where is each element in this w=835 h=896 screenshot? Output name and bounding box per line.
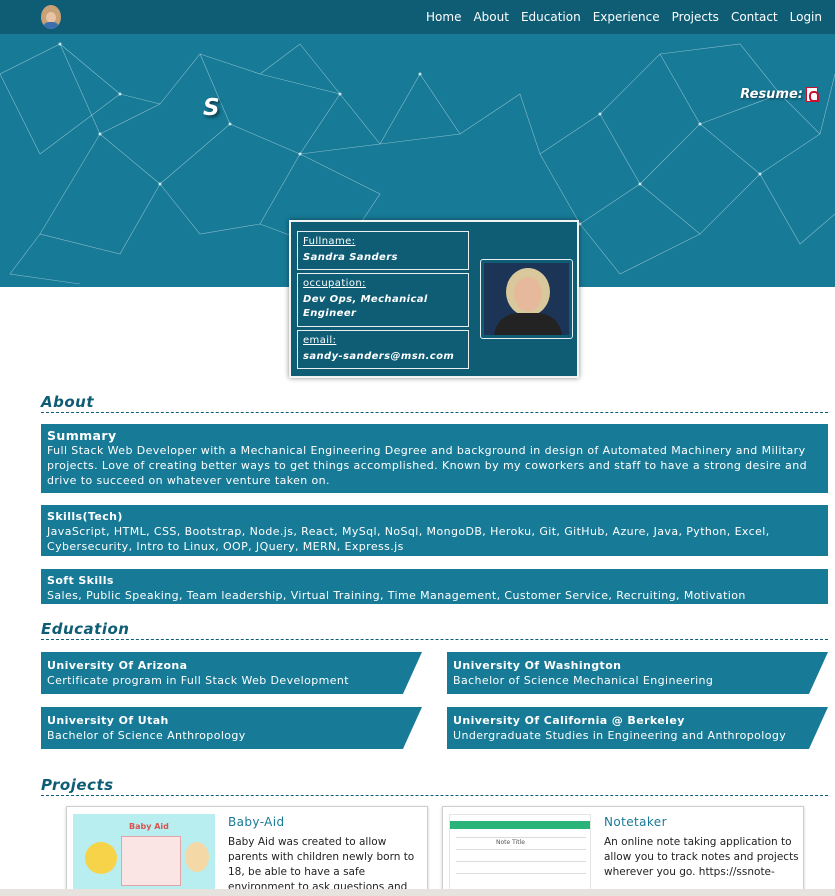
nav-link-experience[interactable]: Experience [593,10,660,24]
soft-skills-text: Sales, Public Speaking, Team leadership,… [47,589,746,602]
education-program: Certificate program in Full Stack Web De… [47,674,349,687]
nav-link-contact[interactable]: Contact [731,10,778,24]
profile-card: Fullname: Sandra Sanders occupation: Dev… [289,220,579,378]
occupation-value: Dev Ops, Mechanical Engineer [303,294,428,319]
education-heading: Education [41,620,828,640]
thumbnail-title: Baby Aid [129,822,169,831]
project-thumbnail[interactable]: Baby Aid [73,814,215,896]
tech-skills-box: Skills(Tech) JavaScript, HTML, CSS, Boot… [41,505,828,556]
email-field: email: sandy-sanders@msn.com [297,330,469,369]
education-school: University Of Washington [453,659,622,672]
education-item: University Of Utah Bachelor of Science A… [41,707,422,749]
fullname-value: Sandra Sanders [303,252,398,263]
summary-text: Full Stack Web Developer with a Mechanic… [47,444,807,487]
soft-skills-heading: Soft Skills [47,574,114,587]
nav-link-login[interactable]: Login [790,10,822,24]
profile-photo [484,263,569,335]
project-card-baby-aid[interactable]: Baby Aid Baby-Aid Baby Aid was created t… [66,806,428,896]
education-program: Undergraduate Studies in Engineering and… [453,729,787,742]
project-description: Baby Aid was created to allow parents wi… [228,836,415,893]
project-title[interactable]: Baby-Aid [228,815,285,829]
education-item: University Of California @ Berkeley Unde… [447,707,828,749]
nav-link-projects[interactable]: Projects [672,10,719,24]
education-program: Bachelor of Science Mechanical Engineeri… [453,674,714,687]
education-school: University Of Utah [47,714,169,727]
education-program: Bachelor of Science Anthropology [47,729,246,742]
nav-link-about[interactable]: About [473,10,508,24]
tech-skills-heading: Skills(Tech) [47,510,123,523]
pdf-icon[interactable] [806,87,819,102]
soft-skills-box: Soft Skills Sales, Public Speaking, Team… [41,569,828,604]
tech-skills-text: JavaScript, HTML, CSS, Bootstrap, Node.j… [47,525,770,553]
education-school: University Of Arizona [47,659,188,672]
nav-link-education[interactable]: Education [521,10,581,24]
nav-link-home[interactable]: Home [426,10,461,24]
navbar: Home About Education Experience Projects… [0,0,835,34]
summary-heading: Summary [47,428,117,443]
summary-box: Summary Full Stack Web Developer with a … [41,424,828,493]
bottom-strip [0,889,835,896]
project-card-notetaker[interactable]: Note Title Notetaker An online note taki… [442,806,804,896]
email-label: email: [303,335,337,346]
resume-link[interactable]: Resume: [740,87,819,102]
profile-photo-frame [480,259,573,339]
email-value: sandy-sanders@msn.com [303,351,455,362]
occupation-field: occupation: Dev Ops, Mechanical Engineer [297,273,469,327]
about-heading: About [41,393,828,413]
hero-initial: S [203,95,220,121]
thumbnail-text: Note Title [496,839,525,846]
education-item: University Of Arizona Certificate progra… [41,652,422,694]
occupation-label: occupation: [303,278,366,289]
education-school: University Of California @ Berkeley [453,714,685,727]
resume-label: Resume: [740,87,803,102]
nav-links: Home About Education Experience Projects… [426,0,822,34]
project-description: An online note taking application to all… [604,836,799,878]
fullname-label: Fullname: [303,236,356,247]
fullname-field: Fullname: Sandra Sanders [297,231,469,270]
project-thumbnail[interactable]: Note Title [449,814,591,896]
project-title[interactable]: Notetaker [604,815,667,829]
brand-avatar-icon[interactable] [41,5,61,29]
education-item: University Of Washington Bachelor of Sci… [447,652,828,694]
projects-heading: Projects [41,776,828,796]
